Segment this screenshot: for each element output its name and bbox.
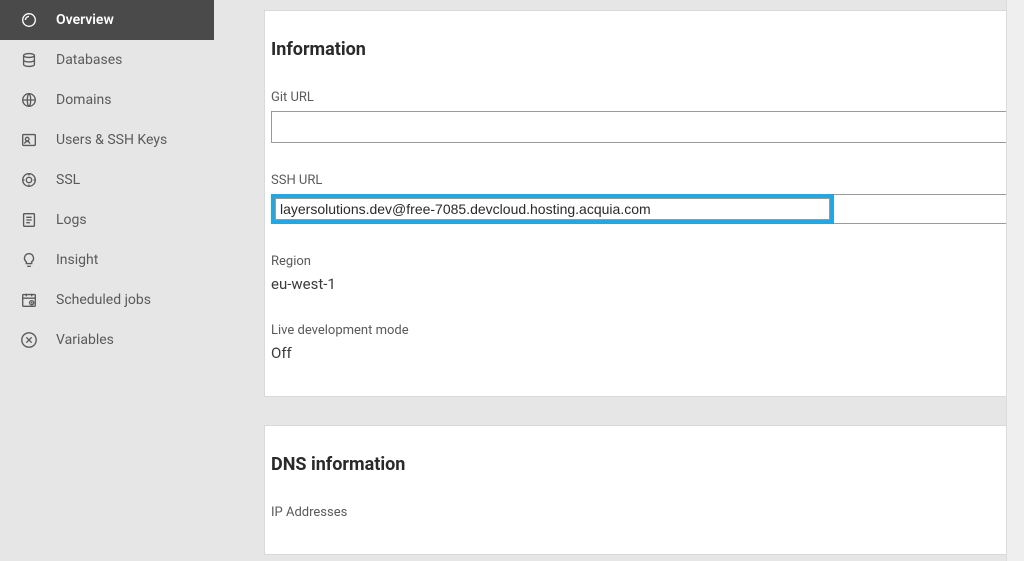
variable-icon <box>20 331 38 349</box>
dns-panel: DNS information IP Addresses <box>264 425 1024 555</box>
calendar-icon <box>20 291 38 309</box>
region-label: Region <box>271 254 1024 269</box>
sidebar-item-label: Domains <box>56 92 111 108</box>
scrollbar[interactable] <box>1006 0 1024 561</box>
main-content: Information Git URL SSH URL Region <box>214 0 1024 561</box>
ssh-url-highlight <box>271 194 834 224</box>
sidebar-item-ssl[interactable]: SSL <box>0 160 214 200</box>
sidebar: Overview Databases Domains Users & SSH K… <box>0 0 214 561</box>
overview-icon <box>20 11 38 29</box>
region-group: Region eu-west-1 <box>271 254 1024 293</box>
sidebar-item-label: Scheduled jobs <box>56 292 151 308</box>
globe-icon <box>20 91 38 109</box>
sidebar-item-users[interactable]: Users & SSH Keys <box>0 120 214 160</box>
git-url-label: Git URL <box>271 90 1024 105</box>
sidebar-item-label: SSL <box>56 172 80 188</box>
sidebar-item-label: Insight <box>56 252 98 268</box>
sidebar-item-overview[interactable]: Overview <box>0 0 214 40</box>
ssh-url-input[interactable] <box>275 198 830 220</box>
sidebar-item-databases[interactable]: Databases <box>0 40 214 80</box>
user-icon <box>20 131 38 149</box>
sidebar-item-scheduled[interactable]: Scheduled jobs <box>0 280 214 320</box>
sidebar-item-domains[interactable]: Domains <box>0 80 214 120</box>
sidebar-item-logs[interactable]: Logs <box>0 200 214 240</box>
sidebar-item-variables[interactable]: Variables <box>0 320 214 360</box>
ssh-url-label: SSH URL <box>271 173 1024 188</box>
livedev-group: Live development mode Off <box>271 323 1024 362</box>
git-url-input[interactable] <box>271 111 1024 143</box>
git-url-group: Git URL <box>271 90 1024 143</box>
information-panel: Information Git URL SSH URL Region <box>264 10 1024 397</box>
sidebar-item-label: Databases <box>56 52 122 68</box>
logs-icon <box>20 211 38 229</box>
sidebar-item-label: Users & SSH Keys <box>56 132 167 148</box>
livedev-value: Off <box>271 344 1024 362</box>
sidebar-item-label: Logs <box>56 212 87 228</box>
dns-heading: DNS information <box>271 454 1024 475</box>
ssl-icon <box>20 171 38 189</box>
livedev-label: Live development mode <box>271 323 1024 338</box>
sidebar-item-insight[interactable]: Insight <box>0 240 214 280</box>
sidebar-item-label: Variables <box>56 332 114 348</box>
ip-addresses-label: IP Addresses <box>271 505 1024 520</box>
sidebar-item-label: Overview <box>56 12 114 28</box>
ssh-url-group: SSH URL <box>271 173 1024 224</box>
database-icon <box>20 51 38 69</box>
region-value: eu-west-1 <box>271 275 1024 293</box>
information-heading: Information <box>271 39 1024 60</box>
bulb-icon <box>20 251 38 269</box>
